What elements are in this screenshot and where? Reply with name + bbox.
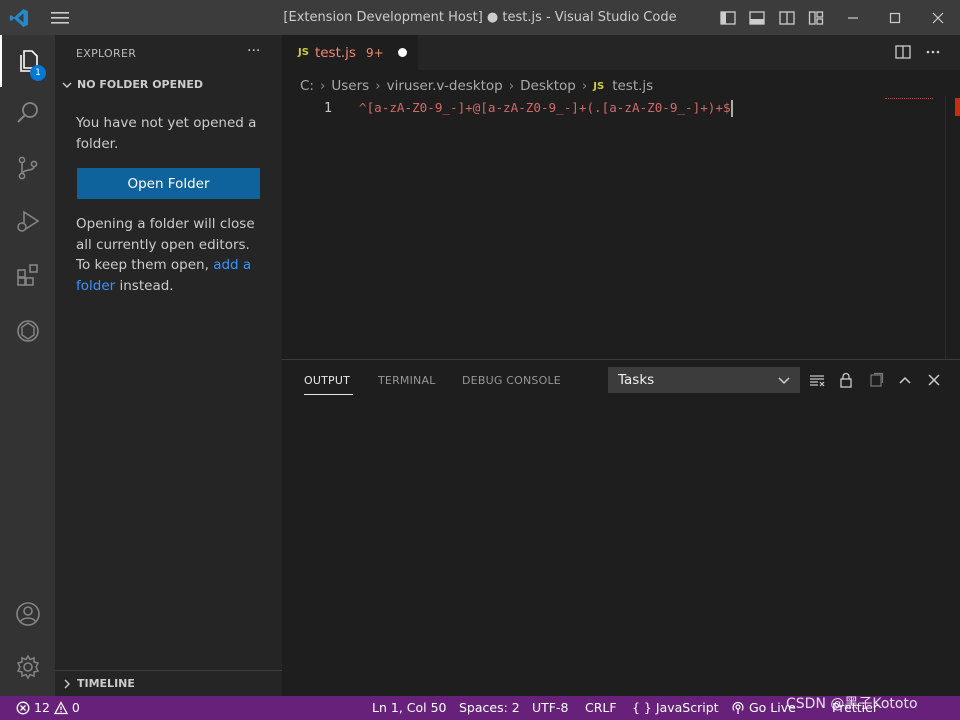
chevron-down-icon bbox=[778, 377, 790, 385]
active-tab-indicator bbox=[304, 394, 353, 395]
indentation[interactable]: Spaces: 2 bbox=[459, 700, 520, 715]
split-editor-icon[interactable] bbox=[895, 44, 911, 60]
toggle-sidebar-icon[interactable] bbox=[717, 7, 739, 29]
status-bar: 12 0 Ln 1, Col 50 Spaces: 2 UTF-8 CRLF {… bbox=[0, 696, 960, 720]
chevron-right-icon: › bbox=[581, 78, 588, 94]
search-icon bbox=[16, 102, 38, 123]
open-output-editor-icon[interactable] bbox=[867, 371, 885, 389]
sidebar-more-actions[interactable]: ··· bbox=[247, 43, 260, 59]
chevron-right-icon: › bbox=[375, 78, 381, 94]
cursor-position[interactable]: Ln 1, Col 50 bbox=[372, 700, 447, 715]
error-scroll-marker bbox=[955, 98, 960, 116]
activity-bar: 1 bbox=[0, 35, 55, 696]
chevron-right-icon bbox=[64, 679, 70, 688]
openai-icon bbox=[16, 320, 39, 342]
error-icon bbox=[16, 701, 30, 714]
tab-debug-console[interactable]: DEBUG CONSOLE bbox=[462, 374, 561, 387]
chevron-right-icon: › bbox=[508, 78, 515, 94]
title-bar: [Extension Development Host] ● test.js -… bbox=[0, 0, 960, 35]
breadcrumb-item[interactable]: test.js bbox=[612, 78, 653, 94]
run-debug-icon bbox=[16, 210, 39, 232]
tab-terminal[interactable]: TERMINAL bbox=[378, 374, 436, 387]
minimap-divider bbox=[945, 96, 946, 359]
breadcrumb-item[interactable]: C: bbox=[300, 78, 314, 94]
minimize-icon[interactable] bbox=[842, 7, 864, 29]
chevron-down-icon bbox=[62, 82, 72, 88]
activity-accounts[interactable] bbox=[0, 588, 55, 640]
toggle-secondary-sidebar-icon[interactable] bbox=[776, 7, 798, 29]
activity-search[interactable] bbox=[0, 87, 55, 139]
chevron-right-icon: › bbox=[319, 78, 326, 94]
activity-chatgpt[interactable] bbox=[0, 305, 55, 357]
breadcrumb-item[interactable]: viruser.v-desktop bbox=[387, 78, 503, 94]
window-title: [Extension Development Host] ● test.js -… bbox=[283, 10, 677, 25]
end-of-line[interactable]: CRLF bbox=[585, 700, 617, 715]
output-channel-value: Tasks bbox=[618, 372, 655, 388]
toggle-panel-icon[interactable] bbox=[746, 7, 768, 29]
extensions-icon bbox=[16, 264, 38, 286]
tab-label: test.js bbox=[314, 44, 356, 61]
info-suffix: instead. bbox=[119, 277, 174, 294]
maximize-icon[interactable] bbox=[884, 7, 906, 29]
problems-status[interactable]: 12 0 bbox=[16, 700, 80, 715]
open-folder-info: Opening a folder will close all currentl… bbox=[76, 214, 266, 296]
customize-layout-icon[interactable] bbox=[805, 7, 827, 29]
activity-extensions[interactable] bbox=[0, 249, 55, 301]
section-title: NO FOLDER OPENED bbox=[77, 78, 203, 91]
tab-problem-count: 9+ bbox=[365, 45, 384, 60]
gear-icon bbox=[16, 654, 39, 680]
vscode-logo-icon bbox=[9, 9, 29, 27]
close-panel-icon[interactable] bbox=[925, 371, 943, 389]
tab-test-js[interactable]: JS test.js 9+ bbox=[282, 35, 418, 70]
activity-source-control[interactable] bbox=[0, 142, 55, 194]
bottom-panel: OUTPUT TERMINAL DEBUG CONSOLE Tasks bbox=[282, 359, 960, 696]
error-count: 12 bbox=[34, 700, 50, 715]
activity-manage[interactable] bbox=[0, 641, 55, 693]
explorer-badge: 1 bbox=[30, 65, 46, 81]
editor-actions bbox=[895, 44, 941, 60]
breadcrumb: C: › Users › viruser.v-desktop › Desktop… bbox=[300, 76, 653, 96]
more-actions-icon[interactable] bbox=[925, 44, 941, 60]
line-number: 1 bbox=[323, 100, 332, 116]
menu-icon[interactable] bbox=[50, 10, 70, 26]
broadcast-icon bbox=[732, 701, 744, 714]
tab-output[interactable]: OUTPUT bbox=[304, 374, 350, 387]
clear-output-icon[interactable] bbox=[808, 371, 826, 389]
unsaved-dot-icon[interactable] bbox=[397, 48, 407, 57]
warning-icon bbox=[53, 700, 68, 714]
account-icon bbox=[15, 602, 40, 626]
output-channel-select[interactable]: Tasks bbox=[608, 367, 800, 393]
source-control-icon bbox=[18, 156, 37, 180]
maximize-panel-icon[interactable] bbox=[896, 371, 914, 389]
breadcrumb-item[interactable]: Desktop bbox=[520, 78, 576, 94]
breadcrumb-item[interactable]: Users bbox=[331, 78, 369, 94]
braces-icon: { } bbox=[632, 700, 652, 715]
code-content: ^[a-zA-Z0-9_-]+@[a-zA-Z0-9_-]+(.[a-zA-Z0… bbox=[359, 100, 731, 115]
close-icon[interactable] bbox=[927, 7, 949, 29]
encoding[interactable]: UTF-8 bbox=[532, 700, 568, 715]
warning-count: 0 bbox=[71, 700, 80, 715]
js-file-icon: JS bbox=[298, 47, 309, 58]
explorer-sidebar: EXPLORER ··· NO FOLDER OPENED You have n… bbox=[55, 35, 282, 696]
timeline-title: TIMELINE bbox=[77, 677, 135, 690]
minimap[interactable] bbox=[885, 97, 933, 99]
no-folder-section[interactable]: NO FOLDER OPENED bbox=[61, 78, 203, 91]
open-folder-button[interactable]: Open Folder bbox=[77, 168, 260, 199]
language-mode[interactable]: { } JavaScript bbox=[632, 700, 719, 715]
code-text[interactable]: ^[a-zA-Z0-9_-]+@[a-zA-Z0-9_-]+(.[a-zA-Z0… bbox=[359, 98, 733, 118]
timeline-section[interactable]: TIMELINE bbox=[55, 670, 282, 696]
sidebar-header: EXPLORER bbox=[76, 47, 137, 60]
js-file-icon: JS bbox=[593, 80, 605, 92]
activity-explorer[interactable]: 1 bbox=[0, 35, 55, 87]
text-cursor bbox=[730, 100, 733, 117]
watermark-text: CSDN @黑子Kototo bbox=[786, 696, 918, 712]
lock-icon[interactable] bbox=[837, 371, 855, 389]
no-folder-message: You have not yet opened a folder. bbox=[76, 115, 257, 152]
code-line[interactable]: 1 ^[a-zA-Z0-9_-]+@[a-zA-Z0-9_-]+(.[a-zA-… bbox=[282, 98, 902, 118]
activity-run-debug[interactable] bbox=[0, 195, 55, 247]
editor-tab-bar: JS test.js 9+ bbox=[282, 35, 960, 70]
language-label: JavaScript bbox=[655, 700, 719, 715]
